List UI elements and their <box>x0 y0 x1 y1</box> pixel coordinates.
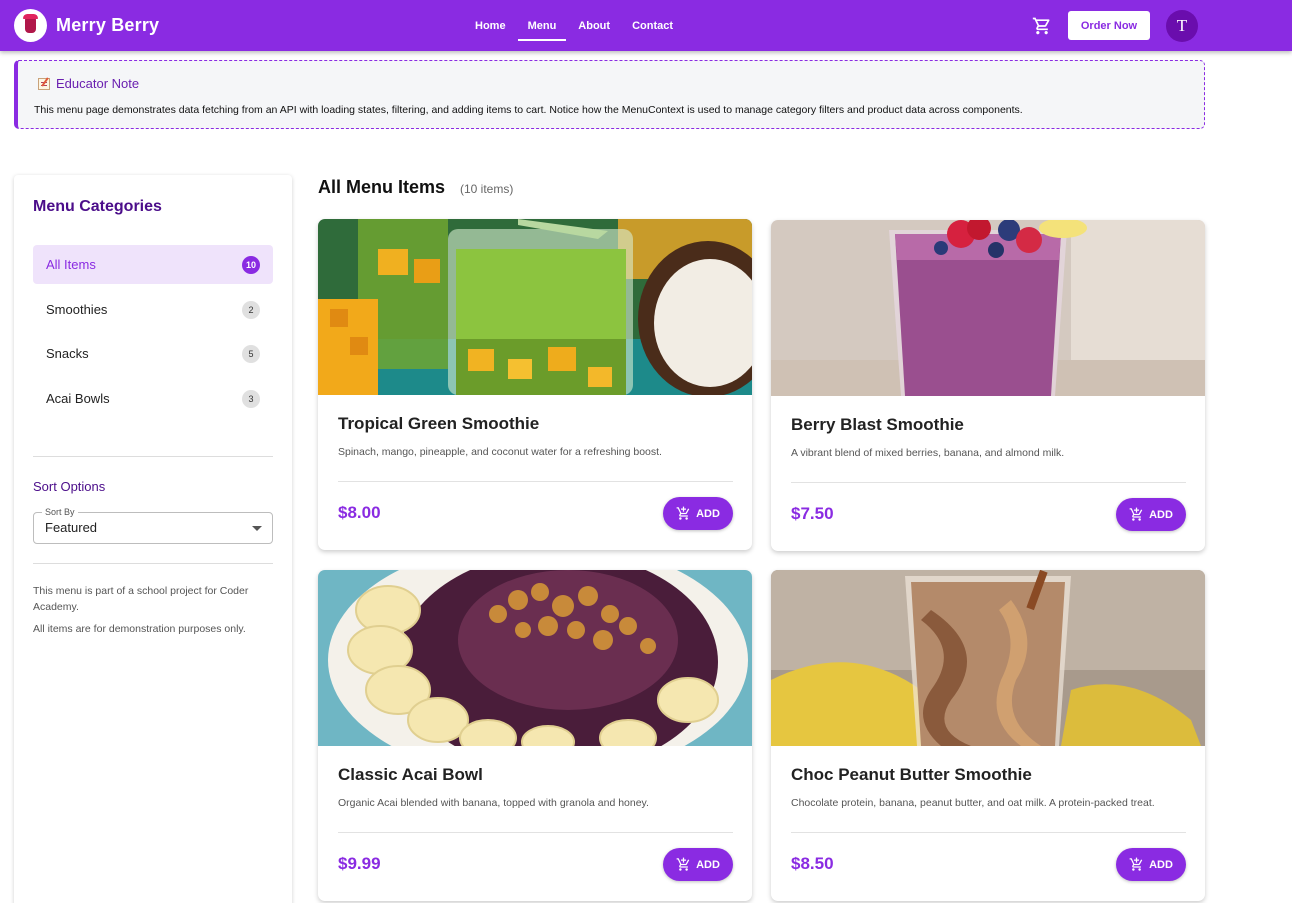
product-image[interactable] <box>771 570 1205 746</box>
add-cart-icon <box>676 857 690 871</box>
category-label: Smoothies <box>46 302 108 317</box>
educator-note: Educator Note This menu page demonstrate… <box>14 60 1205 129</box>
sidebar-divider <box>33 563 273 564</box>
brand[interactable]: Merry Berry <box>14 9 159 42</box>
sidebar-divider <box>33 456 273 457</box>
nav-about[interactable]: About <box>568 0 620 51</box>
product-price: $7.50 <box>791 504 834 523</box>
add-to-cart-button[interactable]: ADD <box>663 497 733 530</box>
add-to-cart-button[interactable]: ADD <box>663 848 733 881</box>
card-divider <box>791 832 1186 833</box>
brand-name: Merry Berry <box>56 15 160 35</box>
menu-item-card: Tropical Green Smoothie Spinach, mango, … <box>318 219 752 550</box>
product-description: Spinach, mango, pineapple, and coconut w… <box>338 446 662 458</box>
sort-options-title: Sort Options <box>33 479 106 494</box>
add-button-label: ADD <box>696 858 720 871</box>
product-price: $9.99 <box>338 854 381 873</box>
brand-logo <box>14 9 47 42</box>
app-bar: Merry Berry Home Menu About Contact Orde… <box>0 0 1292 51</box>
product-description: Organic Acai blended with banana, topped… <box>338 797 649 809</box>
add-button-label: ADD <box>696 507 720 520</box>
card-divider <box>338 832 733 833</box>
main-nav: Home Menu About Contact <box>465 0 683 51</box>
memo-icon <box>38 77 50 90</box>
add-button-label: ADD <box>1149 508 1173 521</box>
nav-menu[interactable]: Menu <box>517 0 567 51</box>
product-name: Tropical Green Smoothie <box>338 414 540 433</box>
category-count-badge: 5 <box>242 345 260 363</box>
product-image[interactable] <box>318 570 752 746</box>
product-price: $8.00 <box>338 503 381 522</box>
cart-icon <box>1032 17 1050 35</box>
menu-item-card: Classic Acai Bowl Organic Acai blended w… <box>318 570 752 901</box>
menu-item-card: Berry Blast Smoothie A vibrant blend of … <box>771 220 1205 551</box>
sort-by-select[interactable]: Sort By Featured <box>33 507 273 544</box>
add-cart-icon <box>676 506 690 520</box>
page-title: All Menu Items <box>318 177 446 197</box>
add-cart-icon <box>1129 857 1143 871</box>
product-name: Berry Blast Smoothie <box>791 415 964 434</box>
avatar[interactable]: T <box>1166 10 1198 42</box>
product-image[interactable] <box>771 220 1205 396</box>
category-label: Acai Bowls <box>46 391 110 406</box>
product-name: Choc Peanut Butter Smoothie <box>791 765 1032 784</box>
order-now-button[interactable]: Order Now <box>1068 11 1150 40</box>
category-all-items[interactable]: All Items 10 <box>33 245 273 284</box>
category-label: Snacks <box>46 346 89 361</box>
category-count-badge: 10 <box>241 256 260 274</box>
sort-by-value: Featured <box>45 520 98 535</box>
category-smoothies[interactable]: Smoothies 2 <box>33 290 273 329</box>
sidebar-title: Menu Categories <box>33 198 162 215</box>
add-to-cart-button[interactable]: ADD <box>1116 498 1186 531</box>
card-divider <box>791 482 1186 483</box>
product-price: $8.50 <box>791 854 834 873</box>
product-description: A vibrant blend of mixed berries, banana… <box>791 447 1065 459</box>
demo-disclaimer-text: All items are for demonstration purposes… <box>33 623 246 635</box>
menu-item-card: Choc Peanut Butter Smoothie Chocolate pr… <box>771 570 1205 901</box>
category-label: All Items <box>46 257 96 272</box>
educator-note-text: This menu page demonstrates data fetchin… <box>34 104 1023 116</box>
nav-contact[interactable]: Contact <box>622 0 683 51</box>
cart-button[interactable] <box>1030 14 1054 38</box>
add-to-cart-button[interactable]: ADD <box>1116 848 1186 881</box>
category-sidebar: Menu Categories All Items 10 Smoothies 2… <box>14 175 292 903</box>
nav-home[interactable]: Home <box>465 0 516 51</box>
category-snacks[interactable]: Snacks 5 <box>33 334 273 373</box>
add-cart-icon <box>1129 507 1143 521</box>
add-button-label: ADD <box>1149 858 1173 871</box>
chevron-down-icon <box>252 526 262 531</box>
card-divider <box>338 481 733 482</box>
sort-by-label: Sort By <box>42 507 78 517</box>
category-count-badge: 2 <box>242 301 260 319</box>
educator-note-title: Educator Note <box>56 76 140 91</box>
category-count-badge: 3 <box>242 390 260 408</box>
category-acai-bowls[interactable]: Acai Bowls 3 <box>33 379 273 418</box>
product-description: Chocolate protein, banana, peanut butter… <box>791 797 1155 809</box>
product-image[interactable] <box>318 219 752 395</box>
project-info-text: This menu is part of a school project fo… <box>33 585 249 613</box>
product-name: Classic Acai Bowl <box>338 765 483 784</box>
item-count: (10 items) <box>460 182 514 196</box>
